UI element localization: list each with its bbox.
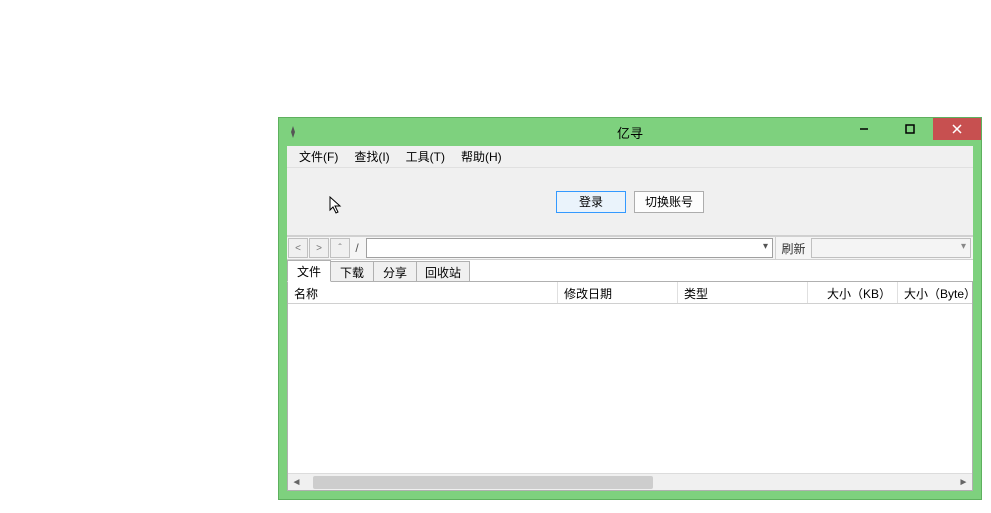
scroll-thumb[interactable] bbox=[313, 476, 653, 489]
titlebar[interactable]: 亿寻 bbox=[279, 118, 981, 146]
close-button[interactable] bbox=[933, 118, 981, 140]
login-panel: 登录 切换账号 bbox=[287, 168, 973, 236]
menubar: 文件(F) 查找(I) 工具(T) 帮助(H) bbox=[287, 146, 973, 168]
refresh-button[interactable]: 刷新 bbox=[775, 237, 811, 259]
tab-recycle[interactable]: 回收站 bbox=[416, 261, 470, 282]
client-area: 文件(F) 查找(I) 工具(T) 帮助(H) 登录 切换账号 < > ˆ / … bbox=[287, 146, 973, 491]
app-icon bbox=[285, 124, 301, 140]
cursor-icon bbox=[329, 196, 343, 219]
scroll-right-icon[interactable]: ► bbox=[955, 474, 972, 490]
maximize-button[interactable] bbox=[887, 118, 933, 140]
nav-toolbar: < > ˆ / 刷新 bbox=[287, 236, 973, 260]
tabstrip: 文件 下载 分享 回收站 bbox=[287, 260, 973, 282]
menu-help[interactable]: 帮助(H) bbox=[453, 146, 510, 168]
nav-up-button[interactable]: ˆ bbox=[330, 238, 350, 258]
scroll-left-icon[interactable]: ◄ bbox=[288, 474, 305, 490]
col-modified[interactable]: 修改日期 bbox=[558, 282, 678, 303]
scroll-track[interactable] bbox=[305, 474, 955, 490]
horizontal-scrollbar[interactable]: ◄ ► bbox=[288, 473, 972, 490]
col-name[interactable]: 名称 bbox=[288, 282, 558, 303]
nav-separator: / bbox=[350, 237, 364, 259]
app-window: 亿寻 文件(F) 查找(I) 工具(T) 帮助(H) 登录 切换账号 bbox=[278, 117, 982, 500]
column-headers: 名称 修改日期 类型 大小（KB） 大小（Byte） bbox=[288, 282, 972, 304]
window-controls bbox=[841, 118, 981, 140]
menu-find[interactable]: 查找(I) bbox=[346, 146, 397, 168]
col-size-kb[interactable]: 大小（KB） bbox=[808, 282, 898, 303]
tab-files[interactable]: 文件 bbox=[287, 260, 331, 282]
search-combo[interactable] bbox=[811, 238, 971, 258]
minimize-button[interactable] bbox=[841, 118, 887, 140]
menu-file[interactable]: 文件(F) bbox=[291, 146, 346, 168]
col-type[interactable]: 类型 bbox=[678, 282, 808, 303]
login-button[interactable]: 登录 bbox=[556, 191, 626, 213]
nav-forward-button[interactable]: > bbox=[309, 238, 329, 258]
tab-downloads[interactable]: 下载 bbox=[330, 261, 374, 282]
col-size-byte[interactable]: 大小（Byte） bbox=[898, 282, 972, 303]
switch-account-button[interactable]: 切换账号 bbox=[634, 191, 704, 213]
path-combo[interactable] bbox=[366, 238, 773, 258]
nav-back-button[interactable]: < bbox=[288, 238, 308, 258]
file-list: 名称 修改日期 类型 大小（KB） 大小（Byte） ◄ ► bbox=[287, 281, 973, 491]
tab-share[interactable]: 分享 bbox=[373, 261, 417, 282]
menu-tools[interactable]: 工具(T) bbox=[398, 146, 453, 168]
